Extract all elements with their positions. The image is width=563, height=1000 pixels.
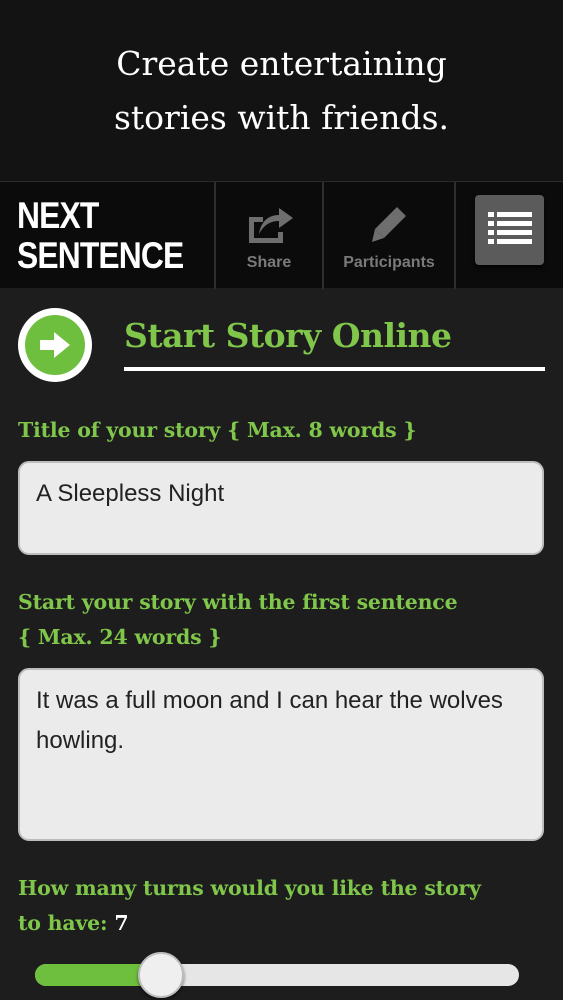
turns-label-line-2: to have: 7 bbox=[18, 906, 481, 941]
app-bar: NEXT SENTENCE Share Participants bbox=[0, 181, 563, 289]
menu-button[interactable] bbox=[475, 195, 544, 265]
app-logo: NEXT SENTENCE bbox=[17, 195, 184, 276]
story-title-input[interactable]: A Sleepless Night bbox=[18, 461, 544, 555]
turns-label: How many turns would you like the story … bbox=[18, 871, 481, 941]
share-icon bbox=[243, 200, 295, 248]
promo-text: Create entertaining stories with friends… bbox=[114, 37, 449, 145]
promo-line-1: Create entertaining bbox=[116, 43, 447, 83]
pencil-icon bbox=[367, 200, 411, 248]
first-sentence-label: Start your story with the first sentence… bbox=[18, 585, 458, 655]
first-sentence-input[interactable]: It was a full moon and I can hear the wo… bbox=[18, 668, 544, 841]
share-button[interactable]: Share bbox=[216, 182, 322, 289]
promo-line-2: stories with friends. bbox=[113, 97, 450, 137]
section-header: Start Story Online bbox=[0, 288, 563, 388]
turns-value: 7 bbox=[114, 911, 129, 935]
promo-banner: Create entertaining stories with friends… bbox=[0, 0, 563, 181]
story-title-label: Title of your story { Max. 8 words } bbox=[18, 418, 417, 442]
participants-label: Participants bbox=[343, 254, 435, 271]
title-underline bbox=[124, 367, 545, 371]
slider-thumb[interactable] bbox=[137, 952, 184, 998]
first-sentence-label-line-1: Start your story with the first sentence bbox=[18, 590, 458, 614]
turns-label-line-1: How many turns would you like the story bbox=[18, 876, 481, 900]
arrow-right-icon bbox=[40, 332, 70, 358]
turns-slider[interactable] bbox=[35, 952, 519, 998]
start-button[interactable] bbox=[18, 308, 92, 382]
divider bbox=[454, 182, 456, 289]
logo-line-2: SENTENCE bbox=[17, 235, 184, 276]
first-sentence-label-line-2: { Max. 24 words } bbox=[18, 625, 222, 649]
page-title: Start Story Online bbox=[124, 316, 452, 355]
share-label: Share bbox=[246, 254, 292, 271]
turns-label-text: to have: bbox=[18, 911, 115, 935]
participants-button[interactable]: Participants bbox=[324, 182, 454, 289]
logo-line-1: NEXT bbox=[17, 195, 99, 236]
list-menu-icon bbox=[487, 212, 532, 244]
